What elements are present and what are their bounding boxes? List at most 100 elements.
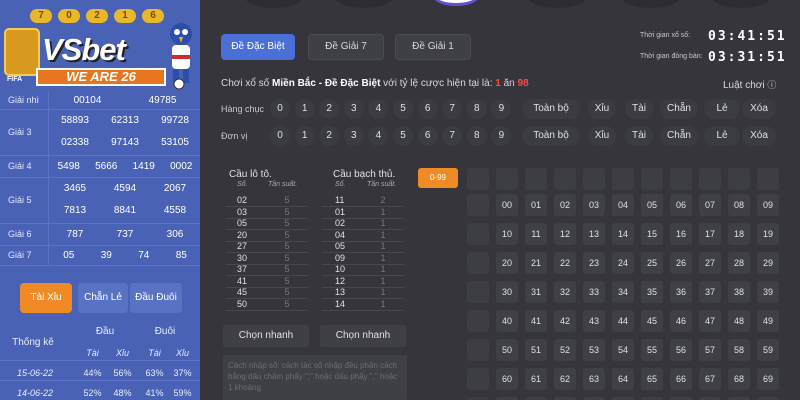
number-cell[interactable]: 28 <box>728 252 750 274</box>
number-cell[interactable]: 46 <box>670 310 692 332</box>
digit-button[interactable]: 6 <box>417 99 438 119</box>
number-cell[interactable]: 18 <box>728 223 750 245</box>
mode-tab[interactable]: Đầu Đuôi <box>130 283 182 313</box>
number-cell[interactable]: 66 <box>670 368 692 390</box>
number-cell[interactable]: 14 <box>612 223 634 245</box>
quick-select-button[interactable]: Lẻ <box>704 126 740 146</box>
number-cell[interactable]: 00 <box>496 194 518 216</box>
number-cell[interactable]: 38 <box>728 281 750 303</box>
number-cell[interactable]: 63 <box>583 368 605 390</box>
number-cell[interactable]: 62 <box>554 368 576 390</box>
number-cell[interactable]: 23 <box>583 252 605 274</box>
number-cell[interactable]: 30 <box>496 281 518 303</box>
number-cell[interactable]: 50 <box>496 339 518 361</box>
number-cell[interactable]: 44 <box>612 310 634 332</box>
number-cell[interactable]: 10 <box>496 223 518 245</box>
quick-select-button[interactable]: Xỉu <box>588 126 616 146</box>
number-cell[interactable]: 52 <box>554 339 576 361</box>
number-cell[interactable]: 65 <box>641 368 663 390</box>
number-cell[interactable]: 15 <box>641 223 663 245</box>
number-cell[interactable]: 08 <box>728 194 750 216</box>
number-cell[interactable]: 56 <box>670 339 692 361</box>
number-cell[interactable]: 07 <box>699 194 721 216</box>
digit-button[interactable]: 3 <box>343 126 364 146</box>
top-tab-active[interactable] <box>433 0 479 6</box>
number-cell[interactable]: 51 <box>525 339 547 361</box>
number-cell[interactable]: 69 <box>757 368 779 390</box>
number-cell[interactable]: 61 <box>525 368 547 390</box>
quick-pick-lo-to-button[interactable]: Chọn nhanh <box>223 325 309 347</box>
digit-button[interactable]: 7 <box>442 126 463 146</box>
number-cell[interactable]: 17 <box>699 223 721 245</box>
quick-select-button[interactable]: Chẵn <box>660 99 698 119</box>
number-cell[interactable]: 02 <box>554 194 576 216</box>
digit-button[interactable]: 6 <box>417 126 438 146</box>
number-cell[interactable]: 20 <box>496 252 518 274</box>
digit-button[interactable]: 2 <box>319 99 340 119</box>
digit-button[interactable]: 4 <box>368 126 389 146</box>
number-cell[interactable]: 48 <box>728 310 750 332</box>
digit-button[interactable]: 9 <box>491 126 512 146</box>
number-cell[interactable]: 04 <box>612 194 634 216</box>
number-cell[interactable]: 06 <box>670 194 692 216</box>
quick-select-button[interactable]: Chẵn <box>660 126 698 146</box>
number-cell[interactable]: 12 <box>554 223 576 245</box>
number-cell[interactable]: 53 <box>583 339 605 361</box>
tab-de-giai-7[interactable]: Đề Giải 7 <box>308 34 384 60</box>
number-cell[interactable]: 05 <box>641 194 663 216</box>
number-cell[interactable]: 25 <box>641 252 663 274</box>
digit-button[interactable]: 9 <box>491 99 512 119</box>
number-cell[interactable]: 16 <box>670 223 692 245</box>
number-cell[interactable]: 26 <box>670 252 692 274</box>
number-cell[interactable]: 47 <box>699 310 721 332</box>
quick-select-button[interactable]: Lẻ <box>704 99 740 119</box>
digit-button[interactable]: 1 <box>294 126 315 146</box>
quick-select-button[interactable]: Tài <box>625 99 653 119</box>
tab-de-dac-biet[interactable]: Đề Đặc Biệt <box>221 34 295 60</box>
number-cell[interactable]: 49 <box>757 310 779 332</box>
quick-select-button[interactable]: Xóa <box>742 99 776 119</box>
number-cell[interactable]: 41 <box>525 310 547 332</box>
number-cell[interactable]: 03 <box>583 194 605 216</box>
number-cell[interactable]: 67 <box>699 368 721 390</box>
number-cell[interactable]: 37 <box>699 281 721 303</box>
quick-select-button[interactable]: Xỉu <box>588 99 616 119</box>
number-cell[interactable]: 19 <box>757 223 779 245</box>
number-cell[interactable]: 40 <box>496 310 518 332</box>
number-cell[interactable]: 55 <box>641 339 663 361</box>
number-entry-textarea[interactable]: Cách nhập số: cách tác số nhập đều phân … <box>223 355 407 400</box>
quick-select-button[interactable]: Tài <box>625 126 653 146</box>
number-cell[interactable]: 33 <box>583 281 605 303</box>
mode-tab[interactable]: Chẵn Lẻ <box>78 283 128 313</box>
number-cell[interactable]: 11 <box>525 223 547 245</box>
number-cell[interactable]: 59 <box>757 339 779 361</box>
digit-button[interactable]: 4 <box>368 99 389 119</box>
mode-tab[interactable]: Tài Xỉu <box>20 283 72 313</box>
number-cell[interactable]: 68 <box>728 368 750 390</box>
rules-link[interactable]: Luật chơi ⓘ <box>723 78 776 91</box>
number-cell[interactable]: 34 <box>612 281 634 303</box>
number-cell[interactable]: 29 <box>757 252 779 274</box>
number-cell[interactable]: 36 <box>670 281 692 303</box>
digit-button[interactable]: 1 <box>294 99 315 119</box>
number-cell[interactable]: 32 <box>554 281 576 303</box>
number-cell[interactable]: 64 <box>612 368 634 390</box>
digit-button[interactable]: 0 <box>270 126 290 146</box>
number-cell[interactable]: 39 <box>757 281 779 303</box>
quick-select-button[interactable]: Xóa <box>742 126 776 146</box>
number-cell[interactable]: 21 <box>525 252 547 274</box>
number-cell[interactable]: 31 <box>525 281 547 303</box>
digit-button[interactable]: 8 <box>466 99 487 119</box>
digit-button[interactable]: 0 <box>270 99 290 119</box>
quick-select-button[interactable]: Toàn bộ <box>522 99 580 119</box>
quick-pick-bach-thu-button[interactable]: Chọn nhanh <box>320 325 406 347</box>
number-cell[interactable]: 13 <box>583 223 605 245</box>
digit-button[interactable]: 5 <box>393 99 413 119</box>
digit-button[interactable]: 3 <box>343 99 364 119</box>
number-cell[interactable]: 35 <box>641 281 663 303</box>
number-cell[interactable]: 01 <box>525 194 547 216</box>
digit-button[interactable]: 2 <box>319 126 340 146</box>
digit-button[interactable]: 8 <box>466 126 487 146</box>
digit-button[interactable]: 7 <box>442 99 463 119</box>
range-0-99-button[interactable]: 0-99 <box>418 168 458 188</box>
